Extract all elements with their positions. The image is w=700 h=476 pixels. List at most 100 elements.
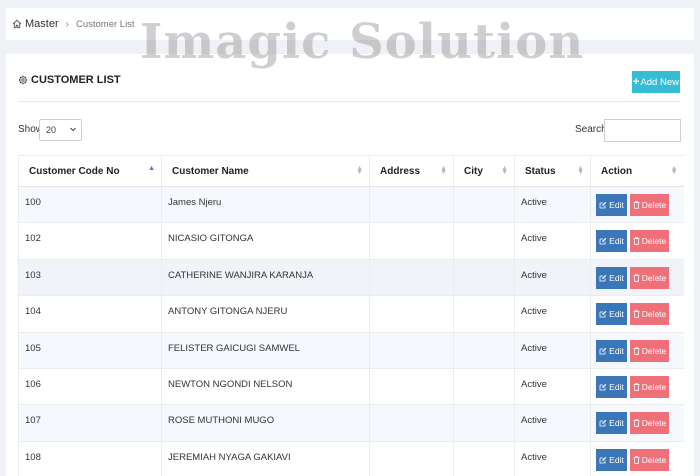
delete-button[interactable]: Delete bbox=[630, 230, 669, 253]
cell-code: 106 bbox=[18, 368, 162, 406]
cell-code: 100 bbox=[18, 186, 162, 224]
edit-icon bbox=[599, 347, 607, 354]
cell-name: James Njeru bbox=[161, 186, 370, 224]
edit-button[interactable]: Edit bbox=[596, 339, 627, 362]
trash-icon bbox=[633, 419, 640, 428]
trash-icon bbox=[633, 310, 640, 318]
edit-icon bbox=[599, 383, 607, 391]
cell-name: JEREMIAH NYAGA GAKIAVI bbox=[161, 441, 370, 476]
edit-button[interactable]: Edit bbox=[596, 375, 627, 398]
edit-icon bbox=[599, 274, 607, 282]
edit-button[interactable]: Edit bbox=[596, 303, 627, 326]
delete-button[interactable]: Delete bbox=[630, 375, 669, 398]
cell-action: Edit Delete bbox=[590, 222, 684, 260]
cell-code: 107 bbox=[18, 404, 162, 442]
cell-code: 104 bbox=[18, 295, 162, 333]
cell-action: Edit Delete bbox=[590, 441, 684, 476]
add-new-button[interactable]: + Add New bbox=[632, 71, 680, 93]
edit-icon bbox=[599, 311, 607, 318]
table-row: 104 ANTONY GITONGA NJERU Active Edit Dele… bbox=[18, 295, 684, 333]
sort-icon: ▲ ▼ bbox=[501, 165, 508, 176]
column-header-action[interactable]: Action ▲ ▼ bbox=[590, 155, 684, 187]
cell-name: NICASIO GITONGA bbox=[161, 222, 370, 260]
trash-icon bbox=[633, 274, 640, 282]
customer-table: Customer Code No ▲ Customer Name ▲ ▼ Addres… bbox=[18, 155, 684, 476]
home-icon bbox=[12, 19, 22, 29]
column-header-address[interactable]: Address ▲ ▼ bbox=[369, 155, 454, 187]
card-header: CUSTOMER LIST + Add New bbox=[18, 68, 680, 102]
delete-button[interactable]: Delete bbox=[630, 448, 669, 471]
table-row: 107 ROSE MUTHONI MUGO Active Edit Delete bbox=[18, 404, 684, 442]
plus-icon: + bbox=[633, 76, 640, 88]
cell-city bbox=[453, 259, 515, 297]
table-row: 108 JEREMIAH NYAGA GAKIAVI Active Edit De… bbox=[18, 441, 684, 476]
column-header-status[interactable]: Status ▲ ▼ bbox=[514, 155, 591, 187]
trash-icon bbox=[633, 237, 640, 246]
edit-icon bbox=[599, 420, 607, 427]
cell-status: Active bbox=[514, 332, 591, 369]
cell-action: Edit Delete bbox=[590, 295, 684, 333]
delete-button[interactable]: Delete bbox=[630, 339, 669, 362]
chevron-down-icon bbox=[70, 127, 76, 132]
delete-button[interactable]: Delete bbox=[630, 412, 669, 435]
table-row: 105 FELISTER GAICUGI SAMWEL Active Edit D… bbox=[18, 332, 684, 369]
edit-icon bbox=[599, 201, 607, 209]
sort-asc-icon: ▲ bbox=[148, 165, 155, 172]
cell-code: 105 bbox=[18, 332, 162, 369]
table-row: 103 CATHERINE WANJIRA KARANJA Active Edi… bbox=[18, 259, 684, 297]
cell-city bbox=[453, 295, 515, 333]
cell-city bbox=[453, 186, 515, 224]
cell-address bbox=[369, 368, 454, 406]
cell-action: Edit Delete bbox=[590, 259, 684, 297]
cell-city bbox=[453, 222, 515, 260]
cell-name: FELISTER GAICUGI SAMWEL bbox=[161, 332, 370, 369]
edit-button[interactable]: Edit bbox=[596, 412, 627, 435]
trash-icon bbox=[633, 346, 640, 355]
edit-button[interactable]: Edit bbox=[596, 448, 627, 471]
column-header-city[interactable]: City ▲ ▼ bbox=[453, 155, 515, 187]
trash-icon bbox=[633, 201, 640, 209]
table-row: 102 NICASIO GITONGA Active Edit Delete bbox=[18, 222, 684, 260]
sort-icon: ▲ ▼ bbox=[356, 165, 363, 176]
table-row: 106 NEWTON NGONDI NELSON Active Edit Dele… bbox=[18, 368, 684, 406]
table-body: 100 James Njeru Active Edit Delete 102 NI… bbox=[18, 186, 684, 476]
cell-name: ROSE MUTHONI MUGO bbox=[161, 404, 370, 442]
cell-action: Edit Delete bbox=[590, 368, 684, 406]
table-row: 100 James Njeru Active Edit Delete bbox=[18, 186, 684, 224]
delete-button[interactable]: Delete bbox=[630, 266, 669, 289]
edit-button[interactable]: Edit bbox=[596, 230, 627, 253]
edit-button[interactable]: Edit bbox=[596, 194, 627, 216]
cell-address bbox=[369, 259, 454, 297]
cell-status: Active bbox=[514, 259, 591, 297]
sort-icon: ▲ ▼ bbox=[440, 165, 447, 176]
cell-city bbox=[453, 441, 515, 476]
delete-button[interactable]: Delete bbox=[630, 303, 669, 326]
edit-icon bbox=[599, 456, 607, 464]
edit-button[interactable]: Edit bbox=[596, 266, 627, 289]
column-header-code[interactable]: Customer Code No ▲ bbox=[18, 155, 162, 187]
cell-name: NEWTON NGONDI NELSON bbox=[161, 368, 370, 406]
trash-icon bbox=[633, 383, 640, 391]
cell-status: Active bbox=[514, 186, 591, 224]
cell-action: Edit Delete bbox=[590, 404, 684, 442]
cell-status: Active bbox=[514, 404, 591, 442]
sort-icon: ▲ ▼ bbox=[670, 165, 678, 176]
page-size-value: 20 bbox=[46, 125, 57, 135]
add-new-label: Add New bbox=[640, 76, 679, 88]
delete-button[interactable]: Delete bbox=[630, 194, 669, 216]
cell-status: Active bbox=[514, 441, 591, 476]
column-header-name[interactable]: Customer Name ▲ ▼ bbox=[161, 155, 370, 187]
cell-address bbox=[369, 441, 454, 476]
search-input[interactable] bbox=[604, 119, 681, 142]
page-size-select[interactable]: 20 bbox=[39, 119, 82, 141]
breadcrumb-home-link[interactable]: Master bbox=[12, 18, 59, 30]
cell-action: Edit Delete bbox=[590, 186, 684, 224]
cell-city bbox=[453, 332, 515, 369]
cell-name: CATHERINE WANJIRA KARANJA bbox=[161, 259, 370, 297]
breadcrumb-current: Customer List bbox=[75, 18, 135, 30]
cell-status: Active bbox=[514, 222, 591, 260]
cell-name: ANTONY GITONGA NJERU bbox=[161, 295, 370, 333]
page-title-text: CUSTOMER LIST bbox=[31, 74, 121, 86]
cell-address bbox=[369, 332, 454, 369]
sort-icon: ▲ ▼ bbox=[577, 165, 584, 176]
